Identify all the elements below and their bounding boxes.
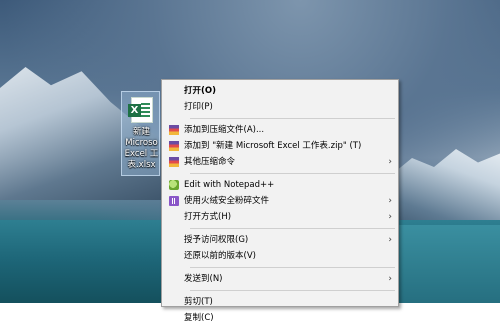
context-menu-item[interactable]: 打印(P) (162, 99, 398, 115)
context-menu-item-label: 打开(O) (184, 86, 216, 96)
desktop-file-label: 新建 Microso Excel 工 表.xlsx (124, 127, 159, 170)
context-menu-item-label: 复制(C) (184, 313, 214, 323)
wallpaper-lake-right (390, 225, 500, 303)
context-menu-item-label: 打开方式(H) (184, 212, 232, 222)
shredder-icon (169, 196, 179, 206)
submenu-arrow-icon: › (388, 157, 392, 167)
menu-separator (190, 228, 395, 229)
winrar-icon (169, 125, 179, 135)
context-menu-item[interactable]: Edit with Notepad++ (162, 177, 398, 193)
context-menu-item[interactable]: 授予访问权限(G) › (162, 232, 398, 248)
context-menu-item[interactable]: 剪切(T) (162, 294, 398, 310)
winrar-icon (169, 157, 179, 167)
menu-separator (190, 173, 395, 174)
context-menu-item[interactable]: 打开方式(H) › (162, 209, 398, 225)
context-menu-item-label: 还原以前的版本(V) (184, 251, 256, 261)
context-menu-item-label: 添加到压缩文件(A)... (184, 125, 265, 135)
context-menu-item[interactable]: 复制(C) (162, 310, 398, 326)
menu-separator (190, 290, 395, 291)
submenu-arrow-icon: › (388, 212, 392, 222)
excel-file-icon: X (128, 97, 153, 123)
context-menu-item-label: 发送到(N) (184, 274, 223, 284)
context-menu-item-label: 添加到 "新建 Microsoft Excel 工作表.zip" (T) (184, 141, 362, 151)
context-menu-item[interactable]: 添加到 "新建 Microsoft Excel 工作表.zip" (T) (162, 138, 398, 154)
submenu-arrow-icon: › (388, 235, 392, 245)
submenu-arrow-icon: › (388, 196, 392, 206)
context-menu-item[interactable]: 其他压缩命令 › (162, 154, 398, 170)
context-menu-item[interactable]: 使用火绒安全粉碎文件 › (162, 193, 398, 209)
context-menu-item[interactable]: 打开(O) (162, 83, 398, 99)
excel-letter: X (128, 104, 141, 117)
context-menu-item[interactable]: 还原以前的版本(V) (162, 248, 398, 264)
context-menu-item-label: 授予访问权限(G) (184, 235, 249, 245)
context-menu-item-label: Edit with Notepad++ (184, 180, 275, 190)
context-menu-item[interactable]: 发送到(N) › (162, 271, 398, 287)
submenu-arrow-icon: › (388, 274, 392, 284)
context-menu-item-label: 打印(P) (184, 102, 213, 112)
context-menu-item-label: 使用火绒安全粉碎文件 (184, 196, 270, 206)
notepad-plus-plus-icon (169, 180, 179, 190)
context-menu-item-label: 其他压缩命令 (184, 157, 236, 167)
context-menu-item-label: 剪切(T) (184, 297, 213, 307)
menu-separator (190, 267, 395, 268)
context-menu-item[interactable]: 添加到压缩文件(A)... (162, 122, 398, 138)
menu-separator (190, 118, 395, 119)
winrar-icon (169, 141, 179, 151)
desktop-file-icon-excel[interactable]: X 新建 Microso Excel 工 表.xlsx (121, 91, 160, 176)
context-menu: 打开(O) 打印(P) 添加到压缩文件(A)... 添加到 "新建 Microsoft… (161, 79, 399, 323)
wallpaper-mountain-right (390, 149, 500, 230)
excel-sheet-rows (141, 103, 150, 118)
